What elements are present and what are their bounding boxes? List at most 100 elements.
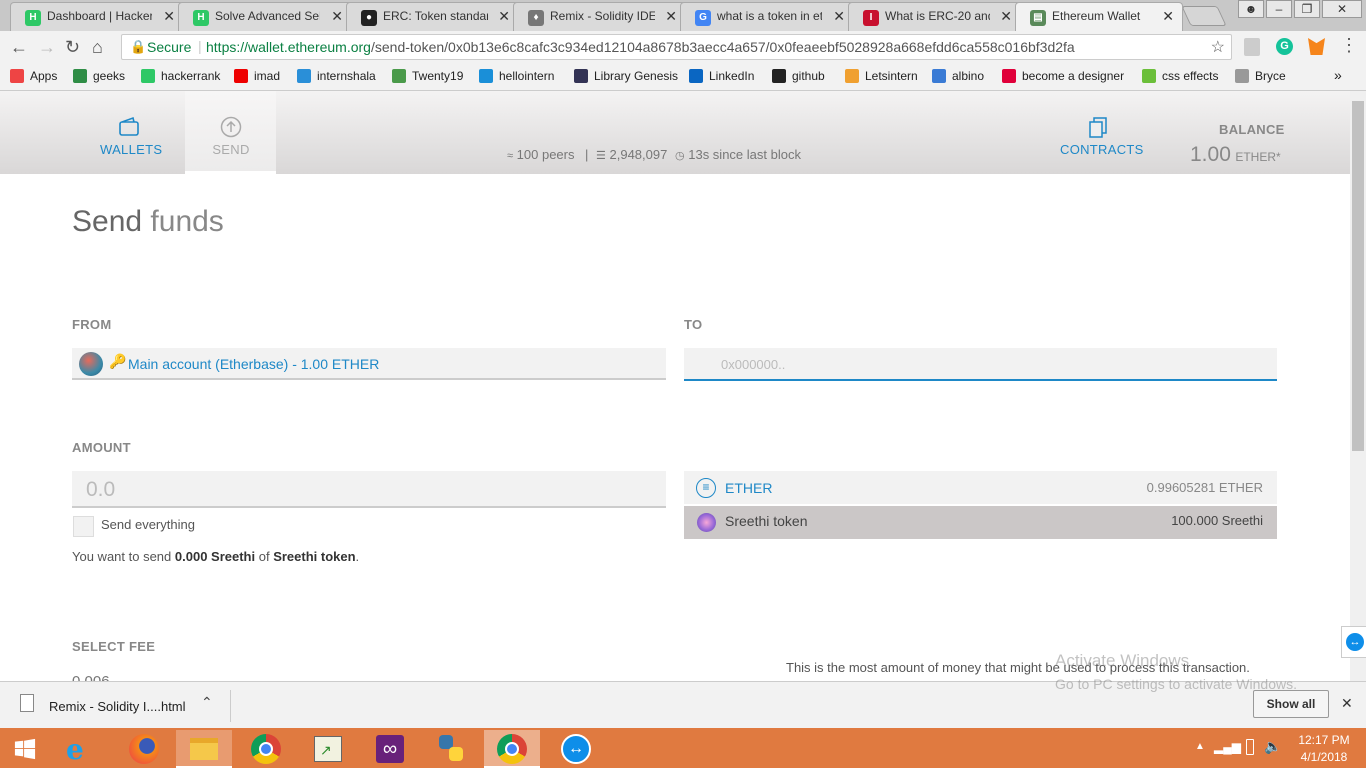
chrome-active-icon[interactable]: [484, 730, 540, 768]
token-option-ether[interactable]: ≡ ETHER 0.99605281 ETHER: [684, 471, 1277, 504]
linkedin-icon: [689, 69, 703, 83]
tab-title: Dashboard | HackerR: [47, 9, 152, 23]
bookmark-item[interactable]: hellointern: [479, 69, 554, 83]
restore-button[interactable]: ❐: [1294, 0, 1320, 18]
tab-title: Ethereum Wallet: [1052, 9, 1141, 23]
system-clock[interactable]: 12:17 PM 4/1/2018: [1298, 733, 1350, 764]
volume-icon[interactable]: 🔈: [1264, 738, 1281, 755]
file-explorer-icon[interactable]: [176, 730, 232, 768]
pdf-extension-icon[interactable]: [1244, 38, 1260, 56]
menu-icon[interactable]: ⋮: [1340, 35, 1358, 56]
remix-icon: ♦: [528, 10, 544, 26]
bookmark-star-icon[interactable]: ☆: [1211, 37, 1225, 57]
nav-send[interactable]: SEND: [205, 116, 257, 157]
grammarly-extension-icon[interactable]: G: [1276, 38, 1293, 55]
visual-studio-icon[interactable]: ∞: [362, 730, 418, 768]
chrome-icon[interactable]: [238, 730, 294, 768]
back-icon[interactable]: ←: [10, 37, 28, 57]
tab-1[interactable]: H Dashboard | HackerR ✕: [10, 2, 184, 31]
minimize-button[interactable]: –: [1266, 0, 1292, 18]
tab-6[interactable]: I What is ERC-20 and ✕: [848, 2, 1021, 31]
home-icon[interactable]: ⌂: [92, 37, 103, 57]
layers-icon: ☰: [596, 150, 606, 162]
amount-input[interactable]: 0.0: [72, 471, 666, 508]
tab-close-icon[interactable]: ✕: [1162, 8, 1174, 25]
reload-icon[interactable]: ↻: [65, 37, 80, 57]
url-text: https://wallet.ethereum.org/send-token/0…: [206, 39, 1075, 55]
tab-5[interactable]: Gwhat is a token in et ✕: [680, 2, 854, 31]
bookmark-item[interactable]: Library Genesis: [574, 69, 678, 83]
chart-app-icon[interactable]: ↗: [300, 730, 356, 768]
python-icon[interactable]: [424, 730, 480, 768]
tab-close-icon[interactable]: ✕: [331, 8, 343, 25]
investopedia-icon: I: [863, 10, 879, 26]
tab-close-icon[interactable]: ✕: [665, 8, 677, 25]
bookmark-item[interactable]: internshala: [297, 69, 376, 83]
page-scrollbar[interactable]: [1350, 91, 1366, 681]
secure-label: Secure: [147, 39, 192, 55]
bookmark-item[interactable]: css effects: [1142, 69, 1218, 83]
show-all-button[interactable]: Show all: [1253, 690, 1329, 718]
bookmark-item[interactable]: imad: [234, 69, 280, 83]
user-profile-button[interactable]: ☻: [1238, 0, 1264, 18]
battery-icon[interactable]: [1246, 739, 1254, 755]
tab-close-icon[interactable]: ✕: [163, 8, 175, 25]
amount-label: AMOUNT: [72, 440, 131, 455]
internet-explorer-icon[interactable]: e: [52, 730, 108, 768]
tab-2[interactable]: H Solve Advanced Sele ✕: [178, 2, 352, 31]
bookmark-item[interactable]: geeks: [73, 69, 125, 83]
download-menu-chevron-icon[interactable]: ⌃: [201, 694, 213, 711]
tab-close-icon[interactable]: ✕: [833, 8, 845, 25]
library-genesis-icon: [574, 69, 588, 83]
tab-close-icon[interactable]: ✕: [1000, 8, 1012, 25]
scrollbar-thumb[interactable]: [1352, 101, 1364, 451]
nav-wallets[interactable]: WALLETS: [100, 116, 162, 157]
html-file-icon: [20, 694, 34, 712]
nav-contracts[interactable]: CONTRACTS: [1060, 116, 1143, 157]
key-icon: 🔑: [109, 353, 127, 369]
teamviewer-icon[interactable]: ↔: [548, 730, 604, 768]
clock-icon: ◷: [675, 150, 685, 162]
token-name: Sreethi token: [725, 513, 808, 529]
address-bar[interactable]: 🔒 Secure | https://wallet.ethereum.org/s…: [121, 34, 1232, 60]
tray-overflow-icon[interactable]: ▲: [1195, 741, 1205, 752]
tab-3[interactable]: ● ERC: Token standard ✕: [346, 2, 519, 31]
from-account-select[interactable]: 🔑 Main account (Etherbase) - 1.00 ETHER: [72, 348, 666, 380]
clock-time: 12:17 PM: [1298, 733, 1350, 747]
bookmark-item[interactable]: become a designer: [1002, 69, 1124, 83]
send-everything-checkbox[interactable]: [73, 516, 94, 537]
tab-4[interactable]: ♦ Remix - Solidity IDE ✕: [513, 2, 686, 31]
bookmark-item[interactable]: github: [772, 69, 825, 83]
bookmarks-overflow-icon[interactable]: »: [1334, 67, 1342, 83]
bookmark-item[interactable]: Letsintern: [845, 69, 918, 83]
bookmark-item[interactable]: Twenty19: [392, 69, 463, 83]
bookmark-item[interactable]: Apps: [10, 69, 57, 83]
firefox-icon[interactable]: [116, 730, 172, 768]
browser-tab-strip: H Dashboard | HackerR ✕ H Solve Advanced Sel…: [0, 0, 1366, 31]
network-icon[interactable]: ▂▄▆: [1214, 740, 1241, 754]
ethereum-wallet-icon: ▤: [1030, 10, 1046, 26]
youtube-icon: [234, 69, 248, 83]
teamviewer-side-panel[interactable]: ↔: [1341, 626, 1366, 658]
forward-icon[interactable]: →: [38, 37, 56, 57]
download-filename[interactable]: Remix - Solidity I....html: [49, 699, 186, 714]
close-window-button[interactable]: ✕: [1322, 0, 1362, 18]
bookmark-item[interactable]: LinkedIn: [689, 69, 754, 83]
nav-contracts-label: CONTRACTS: [1060, 142, 1144, 157]
windows-start-icon[interactable]: [0, 730, 50, 768]
bookmark-item[interactable]: Bryce: [1235, 69, 1286, 83]
bookmark-item[interactable]: albino: [932, 69, 984, 83]
close-download-bar-icon[interactable]: ✕: [1341, 695, 1353, 712]
new-tab-button[interactable]: [1181, 6, 1227, 26]
bookmark-item[interactable]: hackerrank: [141, 69, 220, 83]
activate-windows-subtitle: Go to PC settings to activate Windows.: [1055, 676, 1297, 692]
balance-value: 1.00: [1190, 143, 1231, 166]
block-info: ☰ 2,948,097: [596, 147, 667, 162]
tab-7[interactable]: ▤ Ethereum Wallet ✕: [1015, 2, 1183, 31]
to-address-field[interactable]: 0x000000..: [684, 348, 1277, 381]
bookmark-label: geeks: [93, 69, 126, 83]
token-option-sreethi[interactable]: Sreethi token 100.000 Sreethi: [684, 506, 1277, 539]
tab-close-icon[interactable]: ✕: [498, 8, 510, 25]
hackerrank-icon: H: [193, 10, 209, 26]
metamask-extension-icon[interactable]: [1308, 38, 1325, 55]
